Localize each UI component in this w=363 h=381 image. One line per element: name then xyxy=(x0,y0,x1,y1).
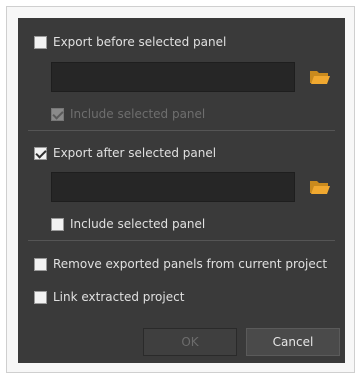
export-before-checkbox[interactable] xyxy=(34,35,47,49)
separator xyxy=(28,240,335,241)
export-before-include-checkbox[interactable] xyxy=(51,107,64,121)
export-before-option[interactable]: Export before selected panel xyxy=(34,33,226,51)
export-before-path-field[interactable] xyxy=(51,62,295,92)
folder-open-icon[interactable] xyxy=(309,178,331,196)
export-before-include-option[interactable]: Include selected panel xyxy=(51,105,205,123)
export-after-option[interactable]: Export after selected panel xyxy=(34,144,216,162)
link-extracted-label: Link extracted project xyxy=(53,290,185,304)
export-after-label: Export after selected panel xyxy=(53,146,217,160)
export-after-include-label: Include selected panel xyxy=(70,217,206,231)
cancel-button[interactable]: Cancel xyxy=(246,328,340,356)
remove-exported-checkbox[interactable] xyxy=(34,257,47,271)
export-dialog: Export before selected panel Include sel… xyxy=(18,18,345,363)
export-after-include-checkbox[interactable] xyxy=(51,217,64,231)
separator xyxy=(28,130,335,131)
link-extracted-checkbox[interactable] xyxy=(34,290,47,304)
link-extracted-option[interactable]: Link extracted project xyxy=(34,288,184,306)
export-after-include-option[interactable]: Include selected panel xyxy=(51,215,205,233)
export-after-path-field[interactable] xyxy=(51,172,295,202)
folder-open-icon[interactable] xyxy=(309,68,331,86)
export-before-include-label: Include selected panel xyxy=(70,107,206,121)
remove-exported-label: Remove exported panels from current proj… xyxy=(53,257,328,271)
export-after-checkbox[interactable] xyxy=(34,146,47,160)
remove-exported-option[interactable]: Remove exported panels from current proj… xyxy=(34,255,327,273)
export-before-label: Export before selected panel xyxy=(53,35,227,49)
ok-button[interactable]: OK xyxy=(143,328,237,356)
